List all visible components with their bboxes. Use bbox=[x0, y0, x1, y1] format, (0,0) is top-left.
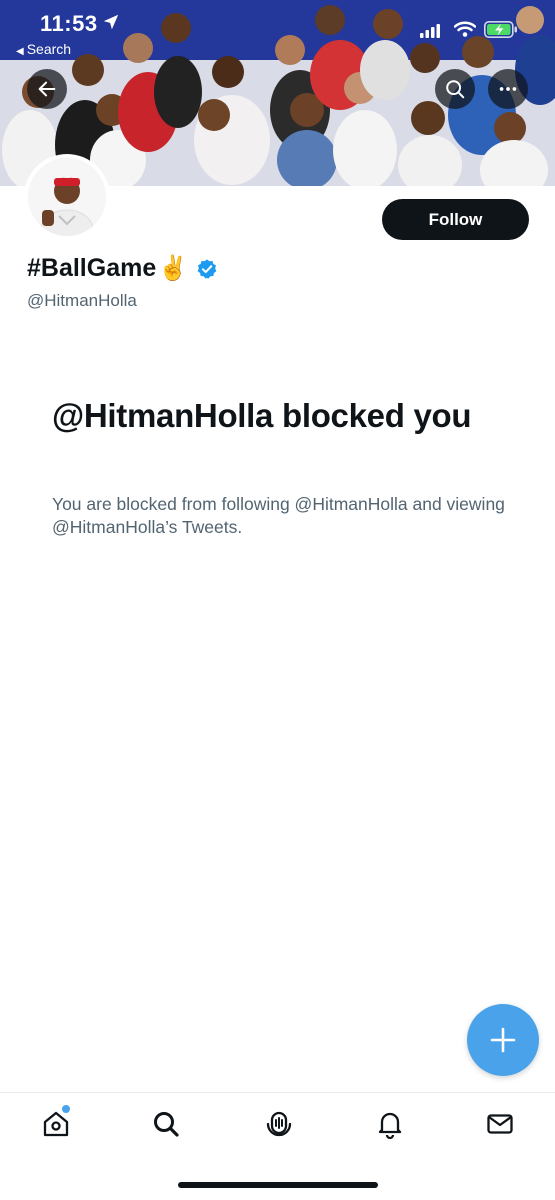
avatar-photo bbox=[28, 158, 106, 236]
arrow-left-icon bbox=[38, 81, 56, 97]
back-to-search-link[interactable]: ◀ Search bbox=[16, 41, 71, 57]
compose-tweet-button[interactable] bbox=[467, 1004, 539, 1076]
plus-icon bbox=[490, 1027, 516, 1053]
nav-messages[interactable] bbox=[485, 1109, 515, 1139]
profile-name-row: #BallGame ✌️ bbox=[27, 254, 218, 283]
spaces-icon bbox=[266, 1111, 292, 1137]
home-notification-dot bbox=[62, 1105, 70, 1113]
follow-button[interactable]: Follow bbox=[382, 199, 529, 240]
nav-spaces[interactable] bbox=[264, 1109, 294, 1139]
nav-search[interactable] bbox=[151, 1109, 181, 1139]
status-time: 11:53 bbox=[40, 11, 98, 36]
status-bar: 11:53 ◀ Search bbox=[0, 0, 555, 62]
search-icon bbox=[154, 1112, 179, 1137]
search-icon bbox=[446, 80, 465, 99]
bell-icon bbox=[378, 1112, 402, 1139]
profile-display-name: #BallGame bbox=[27, 254, 157, 282]
location-arrow-icon bbox=[103, 14, 119, 30]
blocked-description: You are blocked from following @HitmanHo… bbox=[52, 494, 505, 537]
profile-avatar[interactable] bbox=[24, 154, 110, 240]
nav-home[interactable] bbox=[41, 1109, 71, 1139]
home-indicator[interactable] bbox=[178, 1182, 378, 1188]
profile-handle: @HitmanHolla bbox=[27, 291, 137, 310]
back-triangle-icon: ◀ bbox=[16, 46, 24, 57]
blocked-title: @HitmanHolla blocked you bbox=[52, 397, 472, 434]
more-horizontal-icon bbox=[499, 87, 517, 91]
back-to-search-label: Search bbox=[26, 41, 72, 57]
verified-badge-icon[interactable] bbox=[196, 258, 218, 280]
back-button[interactable] bbox=[27, 69, 67, 109]
battery-charging-icon bbox=[484, 21, 517, 38]
more-options-button[interactable] bbox=[488, 69, 528, 109]
cellular-signal-icon bbox=[420, 24, 440, 38]
name-emoji: ✌️ bbox=[158, 254, 189, 282]
home-icon bbox=[43, 1111, 69, 1137]
nav-notifications[interactable] bbox=[375, 1109, 405, 1139]
profile-search-button[interactable] bbox=[435, 69, 475, 109]
wifi-icon bbox=[454, 21, 476, 37]
mail-icon bbox=[487, 1114, 513, 1134]
